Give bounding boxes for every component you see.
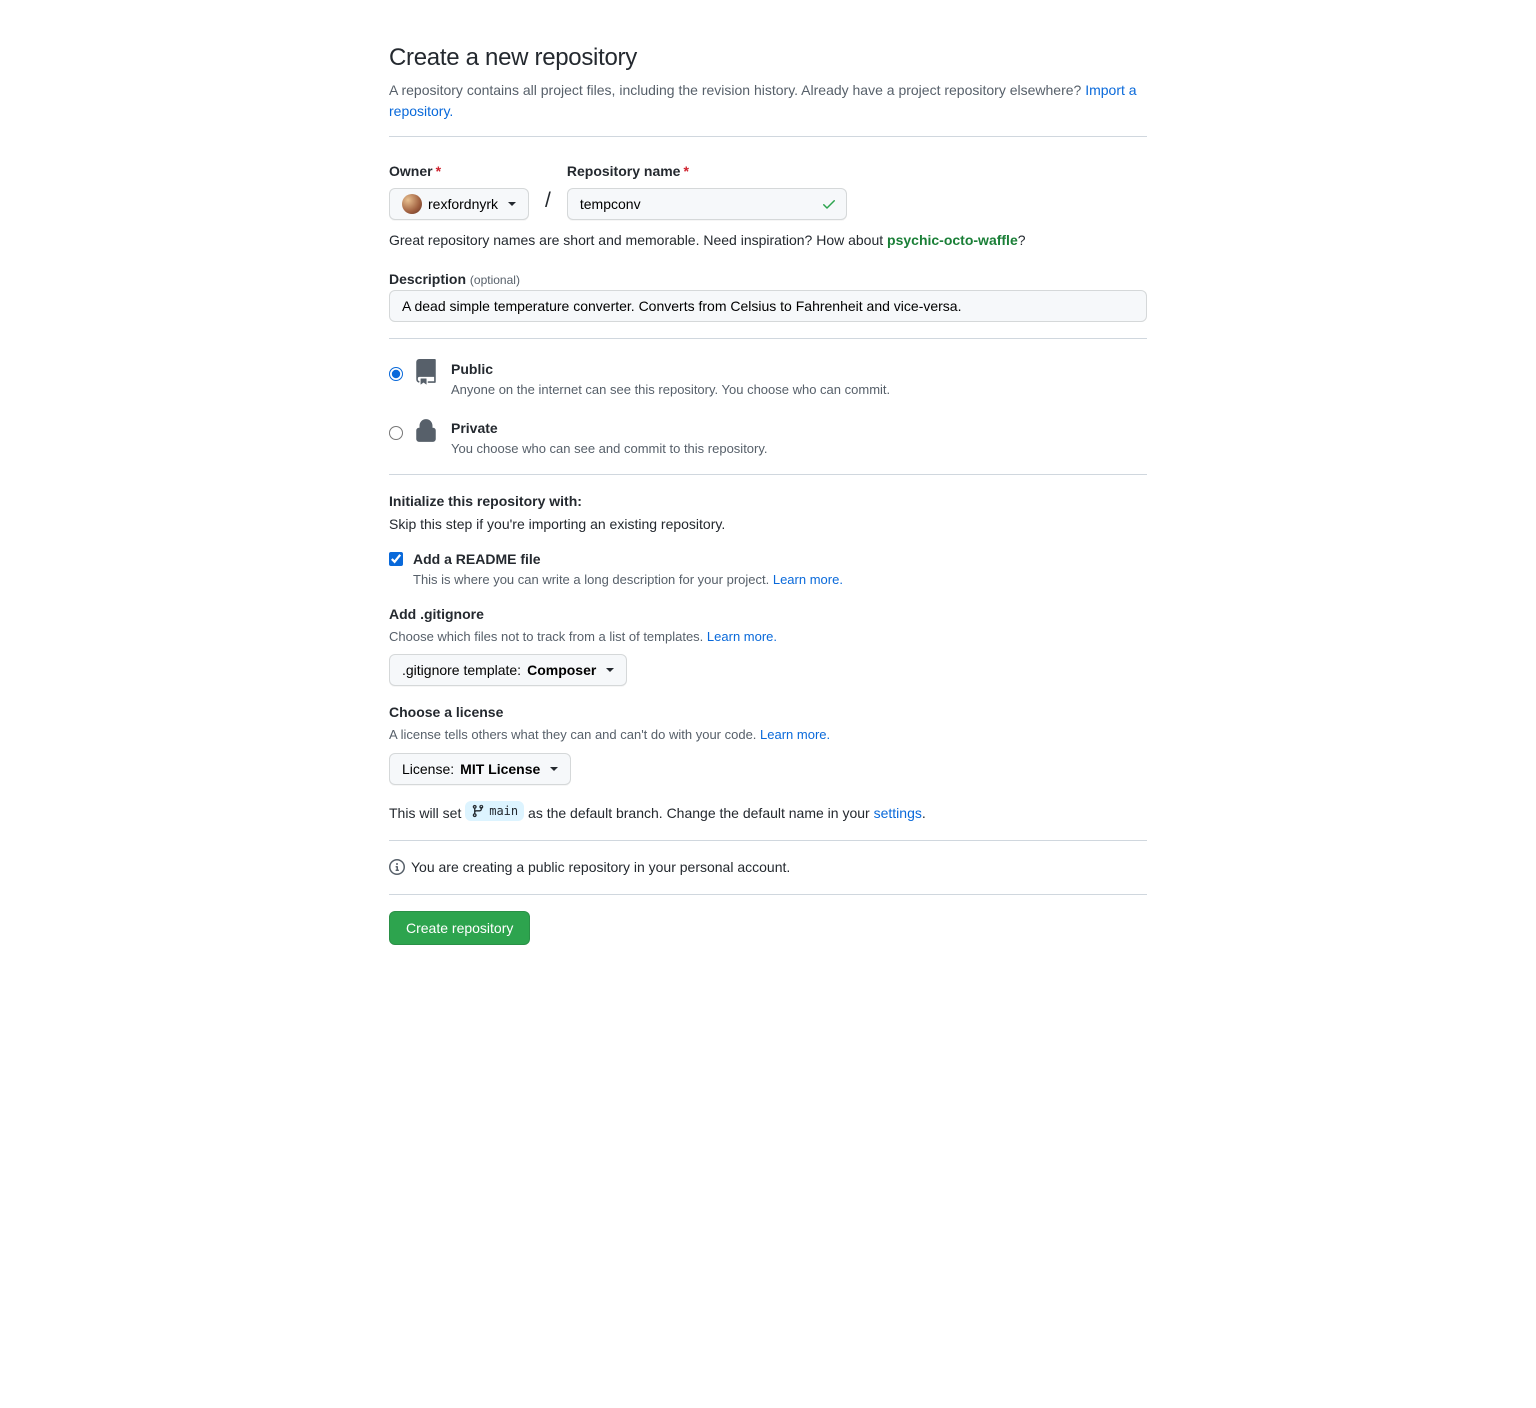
license-sub: A license tells others what they can and… <box>389 725 1147 745</box>
repo-icon <box>413 359 441 387</box>
public-sublabel: Anyone on the internet can see this repo… <box>451 380 890 400</box>
readme-label: Add a README file <box>413 549 843 570</box>
owner-label: Owner* <box>389 161 529 182</box>
gitignore-sub: Choose which files not to track from a l… <box>389 627 1147 647</box>
initialize-header: Initialize this repository with: <box>389 491 1147 512</box>
readme-checkbox[interactable] <box>389 552 403 566</box>
default-branch-note: This will set main as the default branch… <box>389 801 1147 824</box>
divider <box>389 474 1147 475</box>
lock-icon <box>413 418 441 446</box>
info-row: You are creating a public repository in … <box>389 857 1147 878</box>
git-branch-icon <box>471 804 485 818</box>
divider <box>389 136 1147 137</box>
name-hint: Great repository names are short and mem… <box>389 230 1147 251</box>
repo-name-label: Repository name* <box>567 161 847 182</box>
initialize-sub: Skip this step if you're importing an ex… <box>389 514 1147 535</box>
branch-pill: main <box>465 801 524 821</box>
avatar <box>402 194 422 214</box>
caret-down-icon <box>550 767 558 771</box>
visibility-private-radio[interactable] <box>389 426 403 440</box>
slash-separator: / <box>545 185 551 221</box>
license-learn-more-link[interactable]: Learn more. <box>760 727 830 742</box>
check-icon <box>821 196 837 212</box>
gitignore-learn-more-link[interactable]: Learn more. <box>707 629 777 644</box>
gitignore-template-select[interactable]: .gitignore template: Composer <box>389 654 627 686</box>
divider <box>389 840 1147 841</box>
page-subtitle: A repository contains all project files,… <box>389 80 1147 122</box>
page-title: Create a new repository <box>389 40 1147 76</box>
private-label: Private <box>451 418 768 439</box>
public-label: Public <box>451 359 890 380</box>
gitignore-label: Add .gitignore <box>389 604 1147 625</box>
name-suggestion-link[interactable]: psychic-octo-waffle <box>887 232 1018 248</box>
readme-sub: This is where you can write a long descr… <box>413 570 843 590</box>
divider <box>389 338 1147 339</box>
license-label: Choose a license <box>389 702 1147 723</box>
divider <box>389 894 1147 895</box>
info-icon <box>389 859 405 875</box>
settings-link[interactable]: settings <box>874 805 922 821</box>
license-select[interactable]: License: MIT License <box>389 753 571 785</box>
visibility-public-radio[interactable] <box>389 367 403 381</box>
readme-learn-more-link[interactable]: Learn more. <box>773 572 843 587</box>
description-input[interactable] <box>389 290 1147 322</box>
caret-down-icon <box>606 668 614 672</box>
caret-down-icon <box>508 202 516 206</box>
repo-name-input[interactable] <box>567 188 847 220</box>
private-sublabel: You choose who can see and commit to thi… <box>451 439 768 459</box>
create-repository-button[interactable]: Create repository <box>389 911 530 945</box>
owner-select[interactable]: rexfordnyrk <box>389 188 529 220</box>
description-label: Description (optional) <box>389 271 520 287</box>
